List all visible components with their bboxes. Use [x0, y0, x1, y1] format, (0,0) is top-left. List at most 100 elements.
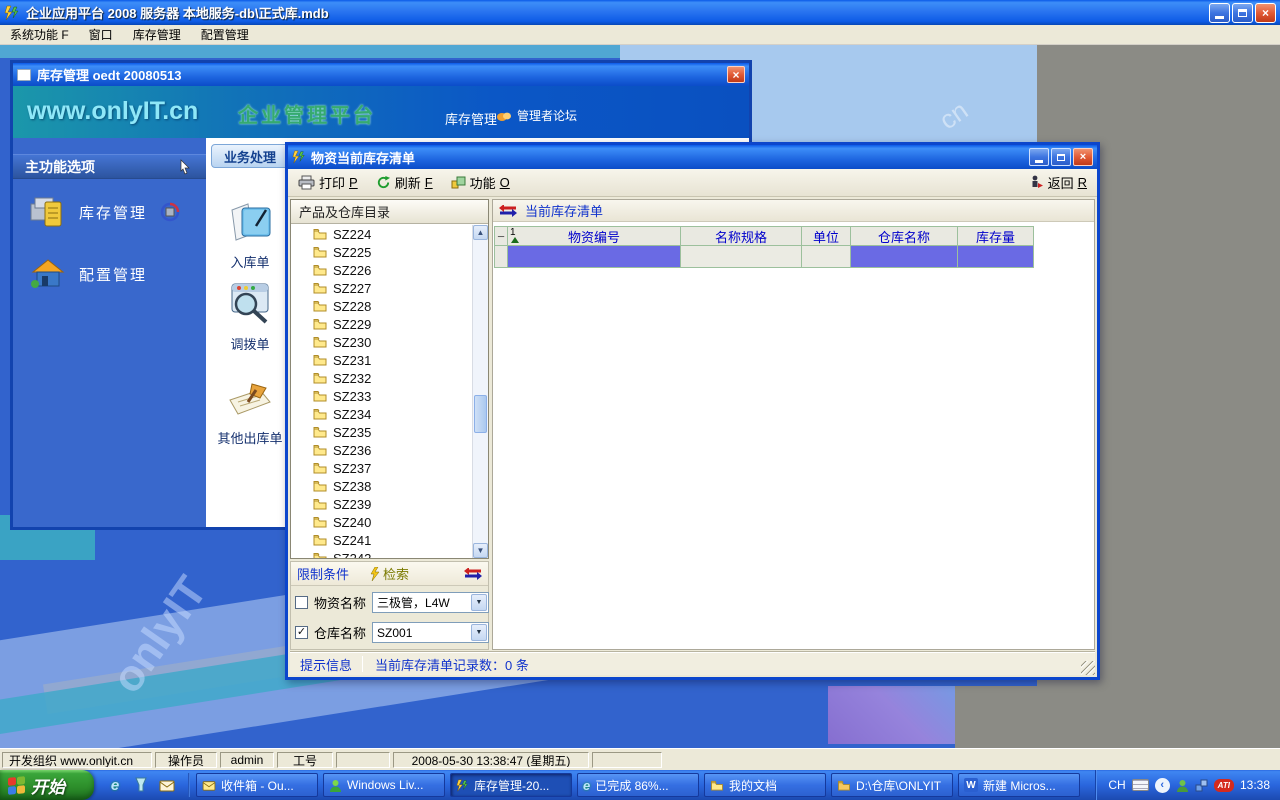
status-label: 提示信息: [290, 655, 362, 674]
column-header[interactable]: 名称规格: [681, 226, 802, 246]
taskbar-item-documents[interactable]: 我的文档: [704, 773, 826, 797]
material-value: 三极管，L4W: [373, 594, 470, 611]
tree-item[interactable]: SZ236: [291, 441, 472, 459]
tree-item[interactable]: SZ237: [291, 459, 472, 477]
scroll-down-button[interactable]: ▼: [473, 543, 488, 558]
material-checkbox[interactable]: [295, 596, 308, 609]
dialog-maximize-button[interactable]: [1051, 148, 1071, 166]
tree-item[interactable]: SZ239: [291, 495, 472, 513]
taskbar-item-explorer[interactable]: D:\仓库\ONLYIT: [831, 773, 953, 797]
resize-grip[interactable]: [1081, 661, 1095, 675]
tree-item-label: SZ234: [333, 407, 371, 422]
sidebar-item-inventory[interactable]: 库存管理: [29, 194, 181, 230]
tree-item[interactable]: SZ242: [291, 549, 472, 558]
app-icon: [4, 5, 20, 21]
tree-item[interactable]: SZ226: [291, 261, 472, 279]
ie-icon: e: [583, 778, 590, 793]
menu-inventory[interactable]: 库存管理: [123, 24, 191, 45]
tray-user-icon[interactable]: [1176, 779, 1189, 792]
stock-list-dialog: 物资当前库存清单 × 打印P: [285, 142, 1100, 680]
tree-scrollbar[interactable]: ▲ ▼: [472, 225, 488, 558]
dialog-titlebar[interactable]: 物资当前库存清单 ×: [288, 145, 1097, 169]
language-indicator[interactable]: CH: [1108, 778, 1125, 792]
column-header[interactable]: 库存量: [958, 226, 1034, 246]
column-header[interactable]: 仓库名称: [851, 226, 958, 246]
row-collapse-button[interactable]: −: [494, 226, 508, 246]
ie-icon[interactable]: e: [106, 776, 124, 794]
tree-item-label: SZ238: [333, 479, 371, 494]
column-header[interactable]: 1 物资编号: [508, 226, 681, 246]
menu-config[interactable]: 配置管理: [191, 24, 259, 45]
sidebar-item-config[interactable]: 配置管理: [29, 256, 147, 292]
tray-network-icon[interactable]: [1195, 779, 1208, 792]
column-header-label: 单位: [813, 227, 839, 246]
start-button[interactable]: 开始: [0, 770, 94, 800]
task-item-transfer[interactable]: 调拨单: [206, 280, 294, 353]
restore-icon: [1238, 9, 1247, 17]
refresh-button[interactable]: 刷新F: [376, 173, 433, 192]
menu-system[interactable]: 系统功能 F: [0, 24, 79, 45]
printer-icon: [298, 175, 315, 190]
taskbar-item-messenger[interactable]: Windows Liv...: [323, 773, 445, 797]
warehouse-value: SZ001: [373, 626, 470, 640]
minimize-button[interactable]: [1209, 3, 1230, 23]
print-button[interactable]: 打印P: [298, 173, 358, 192]
tree-item[interactable]: SZ227: [291, 279, 472, 297]
scroll-up-button[interactable]: ▲: [473, 225, 488, 240]
forum-link[interactable]: 管理者论坛: [496, 107, 577, 124]
scroll-thumb[interactable]: [474, 395, 487, 433]
chevron-down-icon[interactable]: ▼: [471, 594, 487, 611]
column-header[interactable]: 单位: [802, 226, 851, 246]
tree-item[interactable]: SZ230: [291, 333, 472, 351]
warehouse-combobox[interactable]: SZ001 ▼: [372, 622, 489, 643]
dialog-minimize-button[interactable]: [1029, 148, 1049, 166]
mail-icon[interactable]: [158, 776, 176, 794]
close-button[interactable]: ×: [1255, 3, 1276, 23]
task-item-other-outbound[interactable]: 其他出库单: [206, 382, 294, 447]
tree-item[interactable]: SZ241: [291, 531, 472, 549]
taskbar-item-word[interactable]: W 新建 Micros...: [958, 773, 1080, 797]
taskbar-item-browser[interactable]: e 已完成 86%...: [577, 773, 699, 797]
word-icon: W: [964, 778, 978, 792]
search-button[interactable]: 检索: [369, 564, 409, 583]
table-cell: [802, 246, 851, 268]
clock[interactable]: 13:38: [1240, 778, 1270, 792]
tab-business[interactable]: 业务处理: [211, 144, 289, 168]
task-item-label: 其他出库单: [217, 428, 282, 447]
windows-logo-icon: [8, 776, 25, 795]
tree-item[interactable]: SZ234: [291, 405, 472, 423]
chevron-down-icon[interactable]: ▼: [471, 624, 487, 641]
swap-icon[interactable]: [464, 568, 482, 580]
tray-chevron-icon[interactable]: ‹: [1155, 778, 1170, 793]
tree-item[interactable]: SZ232: [291, 369, 472, 387]
keyboard-icon[interactable]: [1132, 779, 1149, 791]
function-button[interactable]: 功能O: [451, 173, 510, 192]
tree-item[interactable]: SZ231: [291, 351, 472, 369]
restore-button[interactable]: [1232, 3, 1253, 23]
inventory-close-button[interactable]: ×: [727, 66, 745, 83]
taskbar-item-inventory[interactable]: 库存管理-20...: [450, 773, 572, 797]
warehouse-checkbox[interactable]: ✓: [295, 626, 308, 639]
ati-icon[interactable]: ATI: [1214, 779, 1234, 792]
taskbar-item-inbox[interactable]: 收件箱 - Ou...: [196, 773, 318, 797]
table-row[interactable]: [494, 246, 1034, 268]
tree-item[interactable]: SZ240: [291, 513, 472, 531]
menu-window[interactable]: 窗口: [79, 24, 123, 45]
folder-icon: [313, 300, 327, 312]
back-label: 返回: [1048, 173, 1074, 192]
task-item-inbound[interactable]: 入库单: [206, 200, 294, 271]
tree-item[interactable]: SZ238: [291, 477, 472, 495]
dialog-close-button[interactable]: ×: [1073, 148, 1093, 166]
messenger-icon: [329, 779, 342, 792]
media-icon[interactable]: [132, 776, 150, 794]
tree-item[interactable]: SZ233: [291, 387, 472, 405]
material-combobox[interactable]: 三极管，L4W ▼: [372, 592, 489, 613]
tree-item[interactable]: SZ224: [291, 225, 472, 243]
back-button[interactable]: 返回R: [1030, 173, 1087, 192]
tree-item[interactable]: SZ228: [291, 297, 472, 315]
inventory-window-titlebar[interactable]: 库存管理 oedt 20080513 ×: [13, 63, 749, 86]
write-icon: [226, 382, 274, 422]
tree-item[interactable]: SZ225: [291, 243, 472, 261]
tree-item[interactable]: SZ229: [291, 315, 472, 333]
tree-item[interactable]: SZ235: [291, 423, 472, 441]
